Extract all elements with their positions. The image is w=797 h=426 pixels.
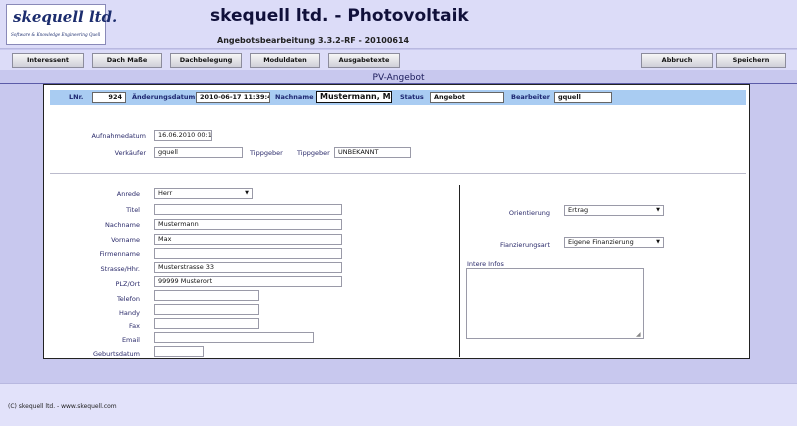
- firmenname-label: Firmenname: [99, 250, 140, 258]
- fax-label: Fax: [129, 322, 140, 330]
- orientierung-select[interactable]: Ertrag ▼: [564, 205, 664, 216]
- toolbar: Interessent Dach Maße Dachbelegung Modul…: [0, 50, 797, 70]
- anrede-label: Anrede: [116, 190, 140, 198]
- firmenname-field[interactable]: [154, 248, 342, 259]
- telefon-field[interactable]: [154, 290, 259, 301]
- titel-field[interactable]: [154, 204, 342, 215]
- handy-label: Handy: [119, 309, 140, 317]
- chevron-down-icon: ▼: [245, 190, 249, 196]
- vorname-field[interactable]: Max: [154, 234, 342, 245]
- resize-handle-icon[interactable]: ◢: [636, 331, 641, 338]
- nachname-label: Nachname: [105, 221, 140, 229]
- anrede-select[interactable]: Herr ▼: [154, 188, 253, 199]
- lnr-label: LNr.: [69, 93, 84, 101]
- nachname-label: Nachname: [275, 93, 314, 101]
- orientierung-label: Orientierung: [508, 209, 550, 217]
- plz-ort-label: PLZ/Ort: [115, 280, 140, 288]
- geburtsdatum-label: Geburtsdatum: [93, 350, 140, 358]
- logo-subtitle: Software & Knowledge Engineering Quell: [11, 32, 101, 37]
- interessent-button[interactable]: Interessent: [12, 53, 84, 68]
- verkaeufer-field[interactable]: gquell: [154, 147, 243, 158]
- vorname-label: Vorname: [111, 236, 140, 244]
- abbruch-button[interactable]: Abbruch: [641, 53, 713, 68]
- ausgabetexte-button[interactable]: Ausgabetexte: [328, 53, 400, 68]
- orientierung-value: Ertrag: [568, 206, 589, 214]
- fax-field[interactable]: [154, 318, 259, 329]
- email-label: Email: [121, 336, 140, 344]
- verkaeufer-label: Verkäufer: [114, 149, 146, 157]
- logo-title: skequell ltd.: [13, 8, 118, 26]
- dachbelegung-button[interactable]: Dachbelegung: [170, 53, 242, 68]
- intere-infos-textarea[interactable]: [466, 268, 644, 339]
- finanzierungsart-select[interactable]: Eigene Finanzierung ▼: [564, 237, 664, 248]
- moduldaten-button[interactable]: Moduldaten: [250, 53, 320, 68]
- horizontal-divider: [50, 173, 746, 174]
- chevron-down-icon: ▼: [656, 239, 660, 245]
- footer-text: (C) skequell ltd. - www.skequell.com: [8, 403, 117, 410]
- vertical-divider: [459, 185, 460, 357]
- status-label: Status: [400, 93, 424, 101]
- intere-infos-label: Intere Infos: [467, 260, 504, 268]
- dach-masse-button[interactable]: Dach Maße: [92, 53, 162, 68]
- footer: [0, 383, 797, 426]
- aufnahmedatum-label: Aufnahmedatum: [91, 132, 146, 140]
- app-title: skequell ltd. - Photovoltaik: [210, 6, 469, 26]
- speichern-button[interactable]: Speichern: [716, 53, 786, 68]
- aufnahmedatum-field[interactable]: 16.06.2010 00:10: [154, 130, 212, 141]
- strasse-field[interactable]: Musterstrasse 33: [154, 262, 342, 273]
- nachname-value: Mustermann, Max: [316, 91, 392, 103]
- titel-label: Titel: [126, 206, 140, 214]
- geburtsdatum-field[interactable]: [154, 346, 204, 357]
- aenderungsdatum-value: 2010-06-17 11:39:41.0: [196, 92, 270, 103]
- app-version: Angebotsbearbeitung 3.3.2-RF - 20100614: [217, 36, 410, 45]
- handy-field[interactable]: [154, 304, 259, 315]
- tippgeber-label: Tippgeber: [297, 149, 330, 157]
- chevron-down-icon: ▼: [656, 207, 660, 213]
- telefon-label: Telefon: [116, 295, 140, 303]
- section-title: PV-Angebot: [372, 73, 425, 83]
- strasse-label: Strasse/Hhr.: [100, 265, 140, 273]
- bearbeiter-label: Bearbeiter: [511, 93, 550, 101]
- lnr-value: 924: [92, 92, 126, 103]
- status-value: Angebot: [430, 92, 504, 103]
- plz-ort-field[interactable]: 99999 Musterort: [154, 276, 342, 287]
- logo: skequell ltd. Software & Knowledge Engin…: [6, 4, 117, 45]
- nachname-field[interactable]: Mustermann: [154, 219, 342, 230]
- anrede-value: Herr: [158, 189, 173, 197]
- bearbeiter-value: gquell: [554, 92, 612, 103]
- finanzierungsart-value: Eigene Finanzierung: [568, 238, 634, 246]
- finanzierungsart-label: Fianzierungsart: [499, 241, 550, 249]
- email-field[interactable]: [154, 332, 314, 343]
- aenderungsdatum-label: Änderungsdatum: [132, 93, 196, 101]
- tippgeber-text: Tippgeber: [250, 149, 283, 157]
- info-bar: LNr. 924 Änderungsdatum 2010-06-17 11:39…: [50, 90, 746, 105]
- tippgeber-field[interactable]: UNBEKANNT: [334, 147, 411, 158]
